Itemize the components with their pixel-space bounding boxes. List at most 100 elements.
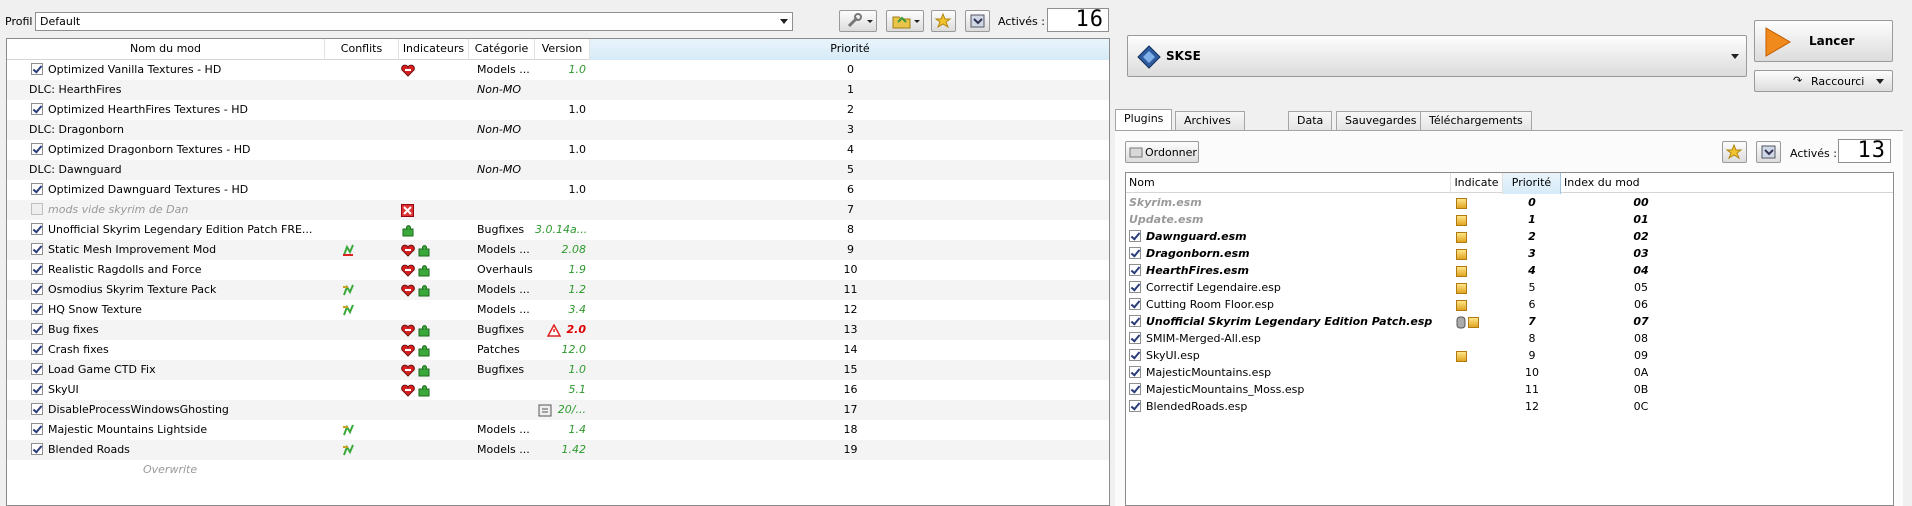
plugin-checkbox[interactable]: [1129, 298, 1141, 310]
shortcut-button[interactable]: ↷ Raccourci: [1754, 70, 1893, 92]
mod-row[interactable]: Osmodius Skyrim Texture Pack Models ... 1.…: [7, 280, 1109, 300]
mod-row[interactable]: Optimized HearthFires Textures - HD 1.0 2: [7, 100, 1109, 120]
mod-row[interactable]: SkyUI 5.1 16: [7, 380, 1109, 400]
plugin-row[interactable]: Unofficial Skyrim Legendary Edition Patc…: [1126, 313, 1893, 330]
mod-row[interactable]: Bug fixes Bugfixes 2.0 13: [7, 320, 1109, 340]
mod-row[interactable]: Optimized Dawnguard Textures - HD 1.0 6: [7, 180, 1109, 200]
mod-row[interactable]: Realistic Ragdolls and Force Overhauls 1.9…: [7, 260, 1109, 280]
mod-checkbox[interactable]: [31, 323, 43, 335]
mod-checkbox[interactable]: [31, 183, 43, 195]
overwrite-row[interactable]: Overwrite: [7, 460, 1109, 480]
mark-button[interactable]: [931, 10, 956, 32]
mod-checkbox[interactable]: [31, 383, 43, 395]
plugin-row[interactable]: SkyUI.esp 9 09: [1126, 347, 1893, 364]
mod-checkbox[interactable]: [31, 423, 43, 435]
mod-row[interactable]: DLC: Dawnguard Non-MO 5: [7, 160, 1109, 180]
plugin-row[interactable]: SMIM-Merged-All.esp 8 08: [1126, 330, 1893, 347]
tab-downloads[interactable]: Téléchargements: [1420, 111, 1532, 131]
mod-checkbox[interactable]: [31, 63, 43, 75]
mod-checkbox[interactable]: [31, 243, 43, 255]
profile-select[interactable]: Default: [35, 12, 793, 31]
plugin-checkbox[interactable]: [1129, 349, 1141, 361]
mod-row[interactable]: Unofficial Skyrim Legendary Edition Patc…: [7, 220, 1109, 240]
tools-button[interactable]: [839, 10, 877, 32]
mod-row[interactable]: Crash fixes Patches 12.0 14: [7, 340, 1109, 360]
plugin-priority: 9: [1528, 349, 1536, 362]
col-conflicts[interactable]: Conflits: [325, 39, 399, 60]
plugin-checkbox[interactable]: [1129, 315, 1141, 327]
mod-row[interactable]: Load Game CTD Fix Bugfixes 1.0 15: [7, 360, 1109, 380]
run-button[interactable]: Lancer: [1754, 20, 1893, 62]
plugin-priority: 1: [1528, 213, 1536, 226]
plugin-checkbox[interactable]: [1129, 400, 1141, 412]
master-flag-icon: [1456, 248, 1467, 260]
plugin-row[interactable]: Dawnguard.esm 2 02: [1126, 228, 1893, 245]
mod-row[interactable]: mods vide skyrim de Dan 7: [7, 200, 1109, 220]
mod-row[interactable]: DLC: Dragonborn Non-MO 3: [7, 120, 1109, 140]
executable-select[interactable]: SKSE: [1127, 35, 1747, 77]
col-plugin-index[interactable]: Index du mod: [1561, 173, 1893, 194]
mod-row[interactable]: Blended Roads Models ... 1.42 19: [7, 440, 1109, 460]
tab-plugins[interactable]: Plugins: [1115, 109, 1173, 131]
plugin-checkbox[interactable]: [1129, 230, 1141, 242]
col-plugin-priority[interactable]: Priorité: [1503, 173, 1561, 194]
mod-checkbox[interactable]: [31, 303, 43, 315]
mod-version: 1.0: [568, 103, 587, 116]
mod-checkbox[interactable]: [31, 103, 43, 115]
plugin-row[interactable]: MajesticMountains.esp 10 0A: [1126, 364, 1893, 381]
tab-bethesda-archives[interactable]: Archives Bethesda: [1175, 111, 1245, 145]
mod-row[interactable]: HQ Snow Texture Models ... 3.4 12: [7, 300, 1109, 320]
mod-checkbox[interactable]: [31, 203, 43, 215]
col-plugin-flags[interactable]: Indicate: [1451, 173, 1503, 194]
mod-row[interactable]: Optimized Dragonborn Textures - HD 1.0 4: [7, 140, 1109, 160]
export-button[interactable]: [965, 10, 990, 32]
tab-saves[interactable]: Sauvegardes: [1336, 111, 1426, 131]
open-folder-button[interactable]: [886, 10, 924, 32]
plugin-row[interactable]: Correctif Legendaire.esp 5 05: [1126, 279, 1893, 296]
plugin-export-button[interactable]: [1756, 141, 1781, 163]
mod-checkbox[interactable]: [31, 283, 43, 295]
plugin-row[interactable]: BlendedRoads.esp 12 0C: [1126, 398, 1893, 415]
col-flags[interactable]: Indicateurs: [399, 39, 469, 60]
mod-checkbox[interactable]: [31, 223, 43, 235]
plugin-checkbox[interactable]: [1129, 281, 1141, 293]
mod-checkbox[interactable]: [31, 363, 43, 375]
col-priority[interactable]: Priorité: [590, 39, 1109, 60]
plugin-row[interactable]: Dragonborn.esm 3 03: [1126, 245, 1893, 262]
col-plugin-name[interactable]: Nom: [1126, 173, 1451, 194]
mod-row[interactable]: DLC: HearthFires Non-MO 1: [7, 80, 1109, 100]
mod-version: 2.08: [561, 243, 587, 256]
mod-version: 1.4: [568, 423, 587, 436]
mod-row[interactable]: DisableProcessWindowsGhosting 20/... 17: [7, 400, 1109, 420]
mod-checkbox[interactable]: [31, 343, 43, 355]
mod-list[interactable]: Nom du mod Conflits Indicateurs Catégori…: [6, 38, 1110, 506]
col-mod-name[interactable]: Nom du mod: [7, 39, 325, 60]
plugin-checkbox[interactable]: [1129, 264, 1141, 276]
plugin-row[interactable]: HearthFires.esm 4 04: [1126, 262, 1893, 279]
col-category[interactable]: Catégorie: [469, 39, 535, 60]
plugin-mark-button[interactable]: [1722, 141, 1747, 163]
plugin-list[interactable]: Nom Indicate Priorité Index du mod Skyri…: [1125, 172, 1894, 506]
sort-button[interactable]: Ordonner: [1125, 141, 1199, 163]
col-version[interactable]: Version: [535, 39, 590, 60]
plugin-row[interactable]: Skyrim.esm 0 00: [1126, 194, 1893, 211]
tab-data[interactable]: Data: [1288, 111, 1333, 131]
plugin-row[interactable]: MajesticMountains_Moss.esp 11 0B: [1126, 381, 1893, 398]
mod-checkbox[interactable]: [31, 403, 43, 415]
mod-checkbox[interactable]: [31, 443, 43, 455]
plugin-row[interactable]: Update.esm 1 01: [1126, 211, 1893, 228]
plugin-row[interactable]: Cutting Room Floor.esp 6 06: [1126, 296, 1893, 313]
plugin-priority: 6: [1528, 298, 1536, 311]
conflict-icon: [343, 424, 354, 436]
plugin-checkbox[interactable]: [1129, 332, 1141, 344]
mod-row[interactable]: Optimized Vanilla Textures - HD Models ..…: [7, 60, 1109, 80]
plugin-checkbox[interactable]: [1129, 247, 1141, 259]
plugin-checkbox[interactable]: [1129, 366, 1141, 378]
mod-checkbox[interactable]: [31, 143, 43, 155]
mod-row[interactable]: Majestic Mountains Lightside Models ... 1.…: [7, 420, 1109, 440]
mod-checkbox[interactable]: [31, 263, 43, 275]
mod-name: Optimized Dragonborn Textures - HD: [48, 143, 251, 156]
mod-row[interactable]: Static Mesh Improvement Mod Models ... 2.0…: [7, 240, 1109, 260]
plugin-index: 03: [1633, 247, 1649, 260]
plugin-checkbox[interactable]: [1129, 383, 1141, 395]
